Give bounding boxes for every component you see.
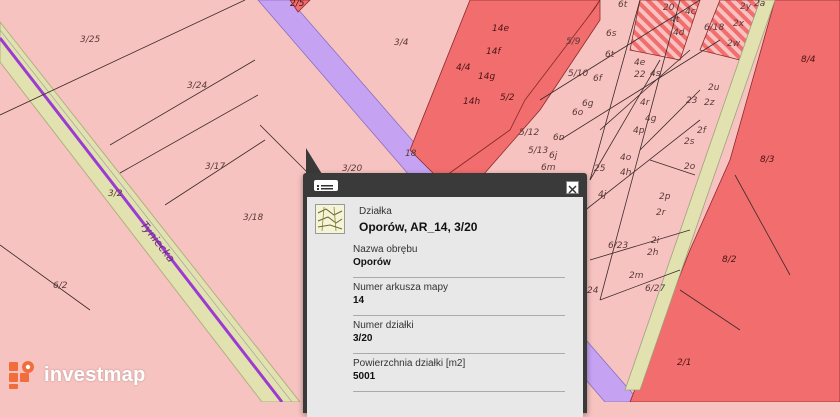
plot-label: 5/10	[568, 69, 588, 79]
plot-label: 3/25	[80, 35, 100, 45]
plot-label: 14g	[478, 72, 495, 82]
plot-label: 4p	[633, 126, 645, 136]
plot-label: 4g	[645, 114, 657, 124]
popup-title: Oporów, AR_14, 3/20	[359, 220, 478, 234]
plot-label: 4c	[685, 7, 696, 17]
plot-label: 25	[594, 164, 606, 174]
plot-label: 3/17	[205, 162, 225, 172]
parcel-map-icon	[315, 204, 345, 234]
plot-label: 2y	[740, 2, 752, 12]
plot-label: 2w	[727, 39, 741, 49]
plot-label: 5/13	[528, 146, 548, 156]
plot-label: 6/18	[704, 23, 724, 33]
plot-label: 8/2	[722, 255, 737, 265]
plot-label: 6s	[606, 29, 617, 39]
field-label: Numer arkusza mapy	[353, 282, 449, 293]
list-icon[interactable]	[314, 180, 338, 191]
plot-label: 2/1	[677, 358, 691, 368]
field-value: 5001	[353, 371, 376, 382]
plot-label: 14e	[492, 24, 509, 34]
popup-body: Działka Oporów, AR_14, 3/20 Nazwa obrębu…	[307, 197, 583, 417]
field-value: 14	[353, 295, 365, 306]
plot-label: 3/24	[187, 81, 207, 91]
popup-title-small: Działka	[359, 206, 392, 217]
field-label: Nazwa obrębu	[353, 244, 418, 255]
field-precinct: Nazwa obrębu Oporów	[353, 241, 565, 278]
plot-label: 5/9	[566, 37, 581, 47]
field-parcel-number: Numer działki 3/20	[353, 317, 565, 354]
plot-label: 2r	[656, 208, 667, 218]
plot-label: 2x	[733, 19, 745, 29]
logo-mark-icon	[8, 360, 38, 390]
field-value: 3/20	[353, 333, 373, 344]
plot-label: 6/23	[608, 241, 628, 251]
plot-label: 6o	[572, 108, 584, 118]
plot-label: 4s	[650, 69, 661, 79]
plot-label: 4d	[673, 28, 685, 38]
plot-label: 6/27	[645, 284, 665, 294]
popup-pointer	[306, 148, 322, 174]
plot-label: 6g	[582, 99, 594, 109]
plot-label: 6t	[605, 50, 615, 60]
parcel-info-popup: Działka Oporów, AR_14, 3/20 Nazwa obrębu…	[303, 173, 587, 417]
brand-name: investmap	[44, 363, 146, 386]
plot-label: 2z	[704, 98, 715, 108]
plot-label: 18	[405, 149, 417, 159]
plot-label: 14f	[486, 47, 502, 57]
plot-label: 4j	[598, 190, 607, 200]
plot-label: 4t	[670, 15, 680, 25]
plot-label: 6t	[618, 0, 628, 10]
plot-label: 14h	[463, 97, 480, 107]
plot-label: 2a	[754, 0, 765, 9]
plot-label: 2i	[651, 236, 660, 246]
plot-label: 6/2	[53, 281, 68, 291]
field-map-sheet: Numer arkusza mapy 14	[353, 279, 565, 316]
plot-label: 8/4	[801, 55, 816, 65]
field-label: Powierzchnia działki [m2]	[353, 358, 466, 369]
plot-label: 2h	[647, 248, 659, 258]
plot-label: 4e	[634, 58, 646, 68]
plot-label: 6n	[553, 133, 565, 143]
popup-header	[303, 173, 587, 197]
brand-logo[interactable]: investmap	[8, 358, 146, 392]
plot-label: 3/2	[108, 189, 123, 199]
plot-label: 2m	[629, 271, 644, 281]
plot-label: 2/5	[290, 0, 305, 9]
plot-label: 2p	[659, 192, 671, 202]
field-value: Oporów	[353, 257, 391, 268]
plot-label: 20	[663, 3, 675, 13]
plot-label: 3/4	[394, 38, 409, 48]
field-parcel-area: Powierzchnia działki [m2] 5001	[353, 355, 565, 392]
plot-label: 4o	[620, 153, 632, 163]
plot-label: 6m	[541, 163, 556, 173]
field-label: Numer działki	[353, 320, 414, 331]
plot-label: 24	[587, 286, 599, 296]
plot-label: 4/4	[456, 63, 471, 73]
plot-label: 22	[634, 70, 646, 80]
plot-label: 5/2	[500, 93, 515, 103]
plot-label: 8/3	[760, 155, 775, 165]
plot-label: 2u	[708, 83, 720, 93]
plot-label: 5/12	[519, 128, 539, 138]
close-icon[interactable]	[566, 181, 579, 194]
plot-label: 3/18	[243, 213, 263, 223]
plot-label: 2o	[684, 162, 696, 172]
plot-label: 4r	[640, 98, 651, 108]
plot-label: 4h	[620, 168, 632, 178]
plot-label: 6j	[549, 151, 558, 161]
plot-label: 2s	[684, 137, 695, 147]
plot-label: 23	[686, 96, 698, 106]
